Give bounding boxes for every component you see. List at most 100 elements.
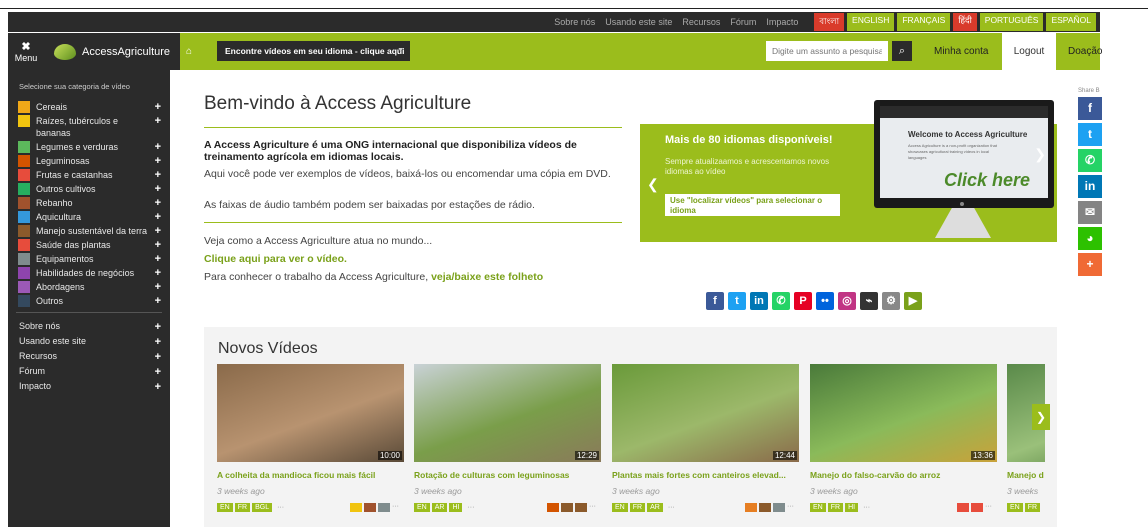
expand-icon[interactable]: +: [151, 141, 161, 153]
top-link[interactable]: Fórum: [730, 17, 756, 27]
language-tag[interactable]: FR: [827, 503, 844, 512]
language-tag[interactable]: FR: [234, 503, 251, 512]
carousel-next-button[interactable]: ❯: [1032, 404, 1050, 430]
top-link[interactable]: Sobre nós: [554, 17, 595, 27]
expand-icon[interactable]: +: [151, 225, 161, 237]
sidebar-category-item[interactable]: Rebanho +: [8, 196, 170, 210]
video-card[interactable]: Manejo d 3 weeks ENFR···: [1007, 364, 1045, 512]
expand-icon[interactable]: +: [151, 197, 161, 209]
video-title[interactable]: Manejo d: [1007, 470, 1045, 480]
language-button[interactable]: FRANÇAIS: [897, 13, 951, 31]
more-languages-icon[interactable]: ···: [665, 503, 678, 512]
sidebar-link-item[interactable]: Fórum +: [8, 364, 170, 379]
more-languages-icon[interactable]: ···: [1042, 503, 1045, 512]
expand-icon[interactable]: +: [151, 183, 161, 195]
expand-icon[interactable]: +: [155, 366, 161, 378]
language-tag[interactable]: EN: [1007, 503, 1023, 512]
expand-icon[interactable]: +: [151, 281, 161, 293]
home-icon[interactable]: ⌂: [186, 46, 192, 57]
video-title[interactable]: Rotação de culturas com leguminosas: [414, 470, 601, 480]
sidebar-category-item[interactable]: Outros +: [8, 294, 170, 308]
whatsapp-icon[interactable]: ✆: [1078, 149, 1102, 172]
chevron-right-icon[interactable]: ❯: [1034, 146, 1046, 163]
logout-button[interactable]: Logout: [1002, 33, 1056, 70]
search-input[interactable]: [766, 41, 888, 61]
top-link[interactable]: Impacto: [766, 17, 798, 27]
expand-icon[interactable]: +: [151, 267, 161, 279]
expand-icon[interactable]: +: [151, 295, 161, 307]
sidebar-link-item[interactable]: Impacto +: [8, 379, 170, 394]
language-tag[interactable]: BGL: [252, 503, 273, 512]
my-account-link[interactable]: Minha conta: [934, 33, 988, 70]
sidebar-category-item[interactable]: Legumes e verduras +: [8, 140, 170, 154]
language-tag[interactable]: AR: [431, 503, 448, 512]
more-languages-icon[interactable]: ···: [274, 503, 287, 512]
sidebar-category-item[interactable]: Outros cultivos +: [8, 182, 170, 196]
search-button[interactable]: ⌕: [892, 41, 912, 61]
language-tag[interactable]: HI: [845, 503, 859, 512]
instagram-icon[interactable]: ◎: [838, 292, 856, 310]
video-thumbnail[interactable]: 13:36: [810, 364, 997, 462]
top-link[interactable]: Recursos: [682, 17, 720, 27]
more-languages-icon[interactable]: ···: [860, 503, 873, 512]
expand-icon[interactable]: +: [155, 321, 161, 333]
sidebar-category-item[interactable]: Frutas e castanhas +: [8, 168, 170, 182]
expand-icon[interactable]: +: [151, 169, 161, 181]
pinterest-icon[interactable]: P: [794, 292, 812, 310]
gears-icon[interactable]: ⚙: [882, 292, 900, 310]
expand-icon[interactable]: +: [151, 211, 161, 223]
video-thumbnail[interactable]: 10:00: [217, 364, 404, 462]
sidebar-link-item[interactable]: Recursos +: [8, 349, 170, 364]
language-tag[interactable]: EN: [612, 503, 628, 512]
video-title[interactable]: A colheita da mandioca ficou mais fácil: [217, 470, 404, 480]
video-title[interactable]: Plantas mais fortes com canteiros elevad…: [612, 470, 799, 480]
expand-icon[interactable]: +: [151, 115, 161, 127]
video-card[interactable]: 12:44 Plantas mais fortes com canteiros e…: [612, 364, 799, 512]
language-button[interactable]: PORTUGUÊS: [979, 13, 1044, 31]
video-thumbnail[interactable]: 12:29: [414, 364, 601, 462]
language-button[interactable]: ENGLISH: [847, 13, 895, 31]
video-card[interactable]: 13:36 Manejo do falso-carvão do arroz 3 we…: [810, 364, 997, 512]
expand-icon[interactable]: +: [151, 239, 161, 251]
email-icon[interactable]: ✉: [1078, 201, 1102, 224]
facebook-icon[interactable]: f: [706, 292, 724, 310]
chevron-left-icon[interactable]: ❮: [647, 176, 659, 193]
top-link[interactable]: Usando este site: [605, 17, 672, 27]
language-tag[interactable]: EN: [414, 503, 430, 512]
expand-icon[interactable]: +: [151, 101, 161, 113]
menu-button[interactable]: ✖ Menu: [8, 33, 44, 70]
expand-icon[interactable]: +: [155, 336, 161, 348]
radio-icon[interactable]: ⌁: [860, 292, 878, 310]
donate-link[interactable]: Doação: [1068, 33, 1102, 70]
sidebar-category-item[interactable]: Habilidades de negócios +: [8, 266, 170, 280]
sidebar-category-item[interactable]: Raízes, tubérculos e bananas +: [8, 114, 170, 140]
expand-icon[interactable]: +: [155, 381, 161, 393]
site-logo[interactable]: AccessAgriculture: [44, 33, 180, 70]
sidebar-category-item[interactable]: Equipamentos +: [8, 252, 170, 266]
sidebar-link-item[interactable]: Usando este site +: [8, 334, 170, 349]
flickr-icon[interactable]: ••: [816, 292, 834, 310]
sidebar-category-item[interactable]: Manejo sustentável da terra +: [8, 224, 170, 238]
language-tag[interactable]: EN: [217, 503, 233, 512]
twitter-icon[interactable]: t: [1078, 123, 1102, 146]
linkedin-icon[interactable]: in: [750, 292, 768, 310]
video-title[interactable]: Manejo do falso-carvão do arroz: [810, 470, 997, 480]
sidebar-link-item[interactable]: Sobre nós +: [8, 319, 170, 334]
language-video-select[interactable]: Encontre vídeos em seu idioma - clique a…: [217, 41, 410, 61]
click-here-video-link[interactable]: Clique aqui para ver o vídeo.: [204, 253, 347, 265]
language-tag[interactable]: EN: [810, 503, 826, 512]
expand-icon[interactable]: +: [151, 253, 161, 265]
sidebar-category-item[interactable]: Cereais +: [8, 100, 170, 114]
language-button[interactable]: বাংলা: [814, 13, 845, 31]
brochure-link[interactable]: veja/baixe este folheto: [431, 271, 543, 283]
expand-icon[interactable]: +: [151, 155, 161, 167]
facebook-icon[interactable]: f: [1078, 97, 1102, 120]
language-tag[interactable]: HI: [449, 503, 463, 512]
language-button[interactable]: ESPAÑOL: [1046, 13, 1096, 31]
twitter-icon[interactable]: t: [728, 292, 746, 310]
language-tag[interactable]: FR: [629, 503, 646, 512]
find-videos-button[interactable]: Use "localizar vídeos" para selecionar o…: [665, 194, 840, 216]
more-languages-icon[interactable]: ···: [464, 503, 477, 512]
wechat-icon[interactable]: ◕: [1078, 227, 1102, 250]
whatsapp-icon[interactable]: ✆: [772, 292, 790, 310]
